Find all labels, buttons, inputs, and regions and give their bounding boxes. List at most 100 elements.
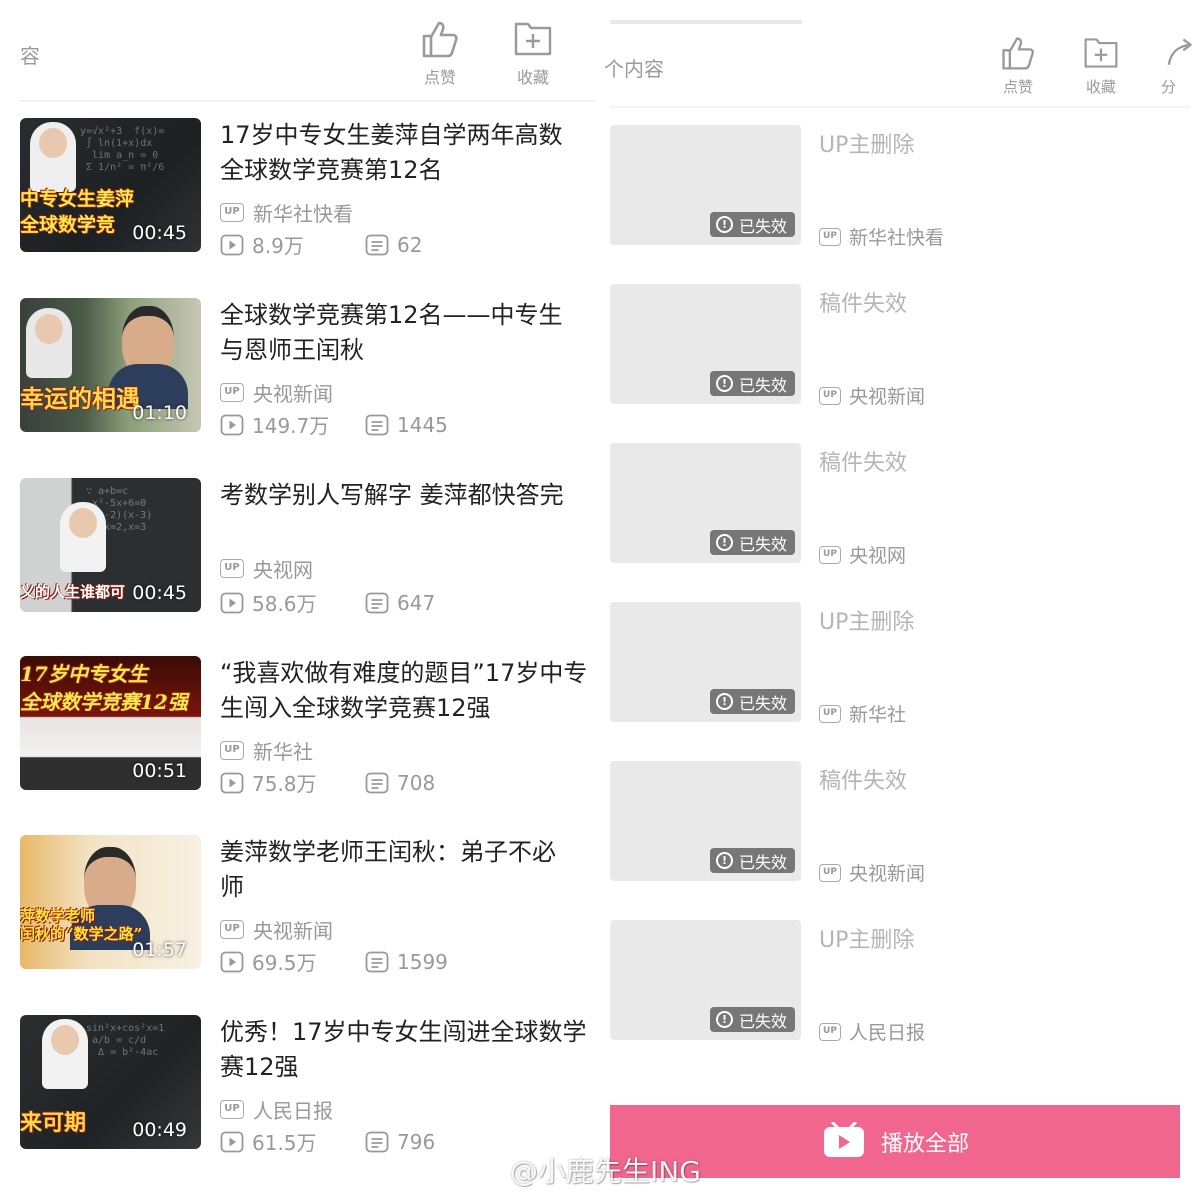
- comment-count-icon: [365, 1131, 389, 1152]
- invalid-thumbnail: ! 已失效: [610, 602, 801, 722]
- play-count-icon: [220, 592, 244, 613]
- invalid-badge-text: 已失效: [738, 216, 787, 236]
- video-thumbnail[interactable]: 萍数学老师 闰秋的“数学之路” 01:57: [20, 835, 201, 969]
- video-uploader[interactable]: UP 新华社快看: [220, 198, 353, 227]
- invalid-status-text: UP主删除: [819, 928, 915, 953]
- thumbnail-overlay-text: 义的人生谁都可: [20, 583, 126, 601]
- share-label: 分: [1161, 78, 1177, 96]
- video-thumbnail[interactable]: 幸运的相遇 01:10: [20, 298, 201, 432]
- video-thumbnail[interactable]: ∵ a+b=c x²-5x+6=0 (x-2)(x-3) ∴ x=2,x=3 义…: [20, 478, 201, 612]
- video-uploader[interactable]: UP 人民日报: [819, 1018, 925, 1045]
- like-label: 点赞: [1002, 78, 1033, 96]
- watermark-text: @小鹿先生ING: [510, 1155, 701, 1188]
- up-badge-icon: UP: [220, 559, 244, 578]
- favorite-label: 收藏: [1085, 78, 1116, 96]
- thumbnail-overlay-text: 幸运的相遇: [20, 384, 140, 413]
- comment-count: 1599: [397, 949, 448, 974]
- invalid-badge-text: 已失效: [738, 534, 787, 554]
- list-item[interactable]: ! 已失效 UP主删除 UP 人民日报: [610, 920, 1190, 1044]
- video-item[interactable]: 幸运的相遇 01:10 全球数学竞赛第12名——中专生 与恩师王闰秋 UP 央视…: [20, 298, 600, 438]
- invalid-badge: ! 已失效: [709, 371, 795, 396]
- video-uploader[interactable]: UP 央视新闻: [220, 378, 333, 407]
- left-panel: 容 点赞 收藏 y=√x²+3 f(x)= ∫ ln(1+x)dx lim a_…: [0, 0, 600, 1200]
- video-title[interactable]: “我喜欢做有难度的题目”17岁中专 生闯入全球数学竞赛12强: [220, 656, 600, 726]
- top-handle-bar: [610, 20, 802, 24]
- share-button[interactable]: 分: [1157, 34, 1197, 97]
- alert-icon: !: [715, 534, 733, 551]
- video-uploader[interactable]: UP 央视网: [819, 541, 906, 568]
- list-item[interactable]: ! 已失效 稿件失效 UP 央视新闻: [610, 761, 1190, 885]
- list-item[interactable]: ! 已失效 UP主删除 UP 新华社: [610, 602, 1190, 726]
- comment-count: 1445: [397, 412, 448, 437]
- like-label: 点赞: [423, 68, 456, 87]
- thumb-up-icon: [1002, 37, 1034, 70]
- up-badge-icon: UP: [819, 1022, 841, 1041]
- play-count: 69.5万: [252, 951, 317, 975]
- video-item[interactable]: sin²x+cos²x=1 a/b = c/d Δ = b²-4ac 来可期 0…: [20, 1015, 600, 1155]
- share-icon: [1167, 38, 1192, 65]
- invalid-status-text: 稿件失效: [819, 769, 908, 794]
- play-count-icon: [220, 234, 244, 255]
- comment-count-icon: [365, 951, 389, 972]
- favorite-label: 收藏: [516, 68, 549, 87]
- video-title[interactable]: 考数学别人写解字 姜萍都快答完: [220, 478, 600, 513]
- video-uploader[interactable]: UP 新华社: [819, 700, 906, 727]
- video-thumbnail[interactable]: sin²x+cos²x=1 a/b = c/d Δ = b²-4ac 来可期 0…: [20, 1015, 201, 1149]
- video-title[interactable]: 优秀！17岁中专女生闯进全球数学 赛12强: [220, 1015, 600, 1085]
- alert-icon: !: [715, 375, 733, 392]
- like-button[interactable]: 点赞: [410, 18, 470, 88]
- right-panel: 个内容 点赞 收藏 分 ! 已失效 UP主删除 UP 新华社快看 ! 已失效 稿件失效: [600, 0, 1200, 1200]
- up-badge-icon: UP: [819, 545, 841, 564]
- uploader-name: 新华社: [253, 740, 313, 764]
- video-thumbnail[interactable]: 17岁中专女生 全球数学竞赛12强 00:51: [20, 656, 201, 790]
- play-count-icon: [220, 1131, 244, 1152]
- video-uploader[interactable]: UP 新华社: [220, 736, 313, 765]
- video-uploader[interactable]: UP 新华社快看: [819, 223, 944, 250]
- video-uploader[interactable]: UP 央视新闻: [819, 859, 925, 886]
- video-uploader[interactable]: UP 人民日报: [220, 1095, 333, 1124]
- video-uploader[interactable]: UP 央视新闻: [819, 382, 925, 409]
- invalid-thumbnail: ! 已失效: [610, 443, 801, 563]
- favorite-button[interactable]: 收藏: [503, 18, 563, 88]
- video-title[interactable]: 全球数学竞赛第12名——中专生 与恩师王闰秋: [220, 298, 600, 368]
- alert-icon: !: [715, 1011, 733, 1028]
- play-count-icon: [220, 772, 244, 793]
- invalid-thumbnail: ! 已失效: [610, 284, 801, 404]
- uploader-name: 新华社快看: [849, 227, 945, 249]
- up-badge-icon: UP: [220, 203, 244, 222]
- video-title-line: 全球数学竞赛第12名: [220, 156, 443, 184]
- video-uploader[interactable]: UP 央视新闻: [220, 915, 333, 944]
- play-count-icon: [220, 951, 244, 972]
- play-count: 58.6万: [252, 592, 317, 616]
- video-uploader[interactable]: UP 央视网: [220, 554, 313, 583]
- uploader-name: 央视新闻: [849, 386, 926, 408]
- video-item[interactable]: 萍数学老师 闰秋的“数学之路” 01:57 姜萍数学老师王闰秋：弟子不必 师 U…: [20, 835, 600, 975]
- thumbnail-overlay-text: 来可期: [20, 1110, 87, 1136]
- video-thumbnail[interactable]: y=√x²+3 f(x)= ∫ ln(1+x)dx lim a_n = 0 Σ …: [20, 118, 201, 252]
- like-button[interactable]: 点赞: [988, 34, 1048, 97]
- up-badge-icon: UP: [220, 1100, 244, 1119]
- list-item[interactable]: ! 已失效 UP主删除 UP 新华社快看: [610, 125, 1190, 249]
- comment-count-icon: [365, 772, 389, 793]
- video-stats: 8.9万 62: [220, 230, 600, 259]
- list-item[interactable]: ! 已失效 稿件失效 UP 央视新闻: [610, 284, 1190, 408]
- uploader-name: 央视新闻: [253, 919, 333, 943]
- list-item[interactable]: ! 已失效 稿件失效 UP 央视网: [610, 443, 1190, 567]
- video-title[interactable]: 17岁中专女生姜萍自学两年高数 全球数学竞赛第12名: [220, 118, 600, 188]
- weibo-logo-icon: [468, 1157, 502, 1184]
- uploader-name: 人民日报: [253, 1099, 333, 1123]
- watermark: @小鹿先生ING: [468, 1150, 701, 1190]
- video-title[interactable]: 姜萍数学老师王闰秋：弟子不必 师: [220, 835, 600, 905]
- invalid-thumbnail: ! 已失效: [610, 761, 801, 881]
- header-divider: [20, 100, 595, 102]
- alert-icon: !: [715, 852, 733, 869]
- video-duration: 01:57: [132, 939, 187, 961]
- favorite-button[interactable]: 收藏: [1071, 34, 1131, 97]
- uploader-name: 央视新闻: [253, 382, 333, 406]
- comment-count: 796: [397, 1129, 436, 1154]
- invalid-badge-text: 已失效: [738, 693, 787, 713]
- video-item[interactable]: ∵ a+b=c x²-5x+6=0 (x-2)(x-3) ∴ x=2,x=3 义…: [20, 478, 600, 616]
- video-item[interactable]: 17岁中专女生 全球数学竞赛12强 00:51 “我喜欢做有难度的题目”17岁中…: [20, 656, 600, 796]
- video-duration: 01:10: [132, 402, 187, 424]
- video-item[interactable]: y=√x²+3 f(x)= ∫ ln(1+x)dx lim a_n = 0 Σ …: [20, 118, 600, 258]
